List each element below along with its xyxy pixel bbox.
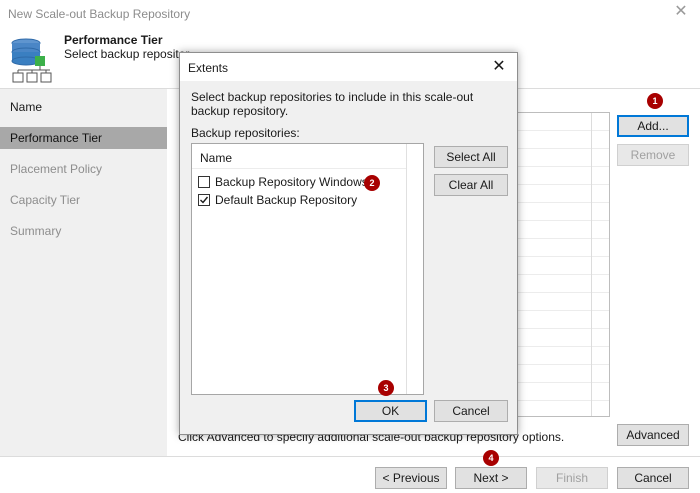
sidebar-item-capacity-tier: Capacity Tier (10, 193, 81, 207)
step-badge-4: 4 (483, 450, 499, 466)
clear-all-button[interactable]: Clear All (434, 174, 508, 196)
wizard-sidebar: Name Performance Tier Placement Policy C… (0, 89, 167, 456)
window-close-icon[interactable]: ✕ (672, 3, 690, 21)
footer-divider (0, 456, 700, 457)
sidebar-item-name[interactable]: Name (0, 96, 167, 118)
next-button[interactable]: Next > (455, 467, 527, 489)
finish-button[interactable]: Finish (536, 467, 608, 489)
advanced-button[interactable]: Advanced (617, 424, 689, 446)
dialog-ok-button[interactable]: OK (354, 400, 427, 422)
remove-button[interactable]: Remove (617, 144, 689, 166)
dialog-title: Extents (188, 61, 229, 75)
extents-dialog: Extents ✕ Select backup repositories to … (179, 52, 518, 435)
extents-list[interactable] (506, 112, 610, 417)
page-subtitle: Select backup repositor (64, 47, 190, 61)
repository-stack-icon (6, 34, 56, 84)
wizard-titlebar: New Scale-out Backup Repository ✕ (0, 0, 700, 28)
list-item-label: Default Backup Repository (215, 193, 358, 207)
window-title: New Scale-out Backup Repository (8, 7, 191, 21)
select-all-button[interactable]: Select All (434, 146, 508, 168)
step-badge-2: 2 (364, 175, 380, 191)
dialog-cancel-button[interactable]: Cancel (434, 400, 508, 422)
previous-button[interactable]: < Previous (375, 467, 447, 489)
list-item-label: Backup Repository Windows (215, 175, 368, 189)
dialog-description: Select backup repositories to include in… (191, 90, 474, 118)
list-column-header-name[interactable]: Name (200, 151, 232, 165)
page-title: Performance Tier (64, 33, 163, 47)
sidebar-item-performance-tier[interactable]: Performance Tier (0, 127, 167, 149)
sidebar-item-summary: Summary (10, 224, 62, 238)
list-item-default-backup-repository[interactable]: Default Backup Repository (198, 192, 398, 208)
unchecked-checkbox-icon[interactable] (198, 176, 210, 188)
backup-repositories-label: Backup repositories: (191, 126, 300, 140)
step-badge-1: 1 (647, 93, 663, 109)
checked-checkbox-icon[interactable] (198, 194, 210, 206)
dialog-close-icon[interactable]: ✕ (489, 57, 509, 77)
sidebar-item-placement-policy: Placement Policy (10, 162, 103, 176)
step-badge-3: 3 (378, 380, 394, 396)
cancel-button[interactable]: Cancel (617, 467, 689, 489)
backup-repositories-list[interactable]: Name Backup Repository Windows Default B… (191, 143, 424, 395)
dialog-titlebar: Extents ✕ (180, 53, 517, 81)
add-button[interactable]: Add... (617, 115, 689, 137)
